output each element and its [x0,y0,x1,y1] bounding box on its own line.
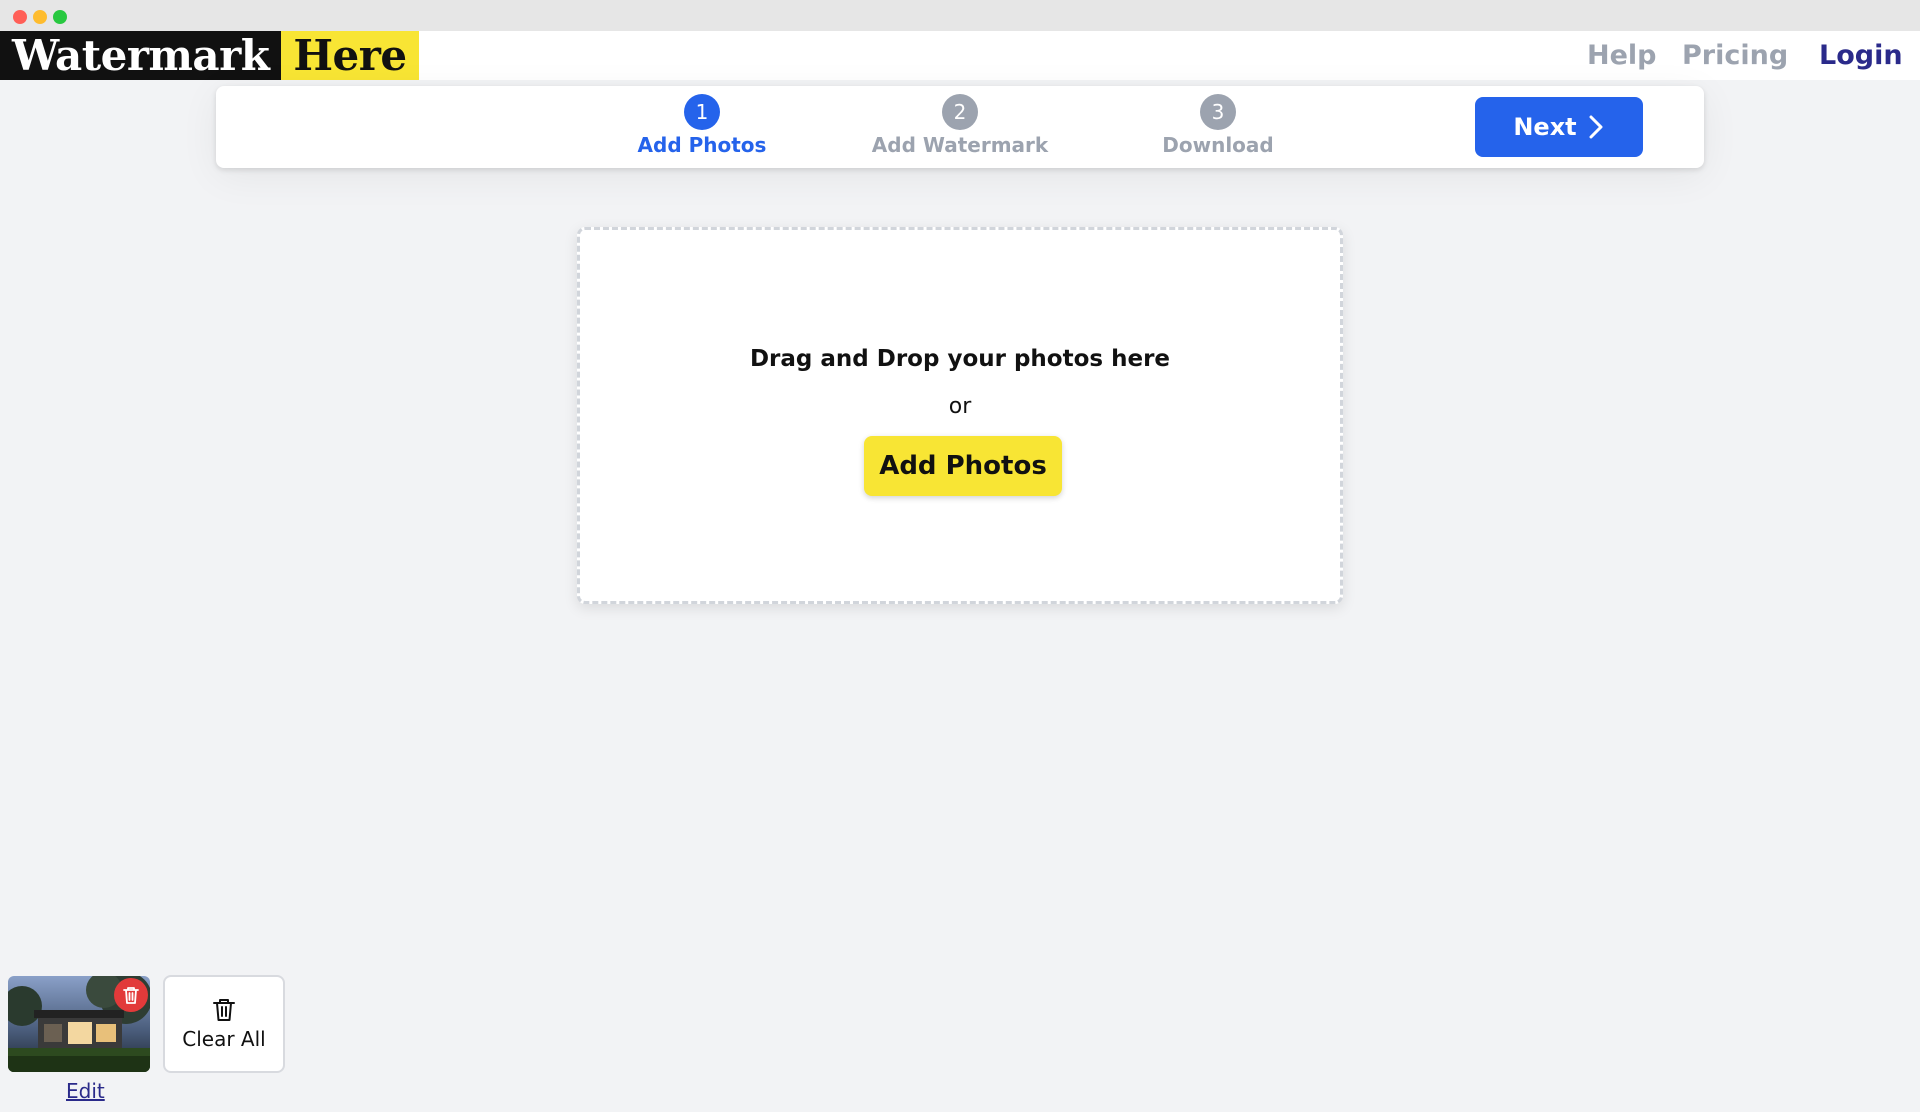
delete-photo-button[interactable] [114,978,148,1012]
close-window-button[interactable] [13,10,27,24]
drop-zone-or-text: or [948,394,972,419]
nav-login-link[interactable]: Login [1819,31,1903,80]
step-add-photos[interactable]: 1 Add Photos [592,94,812,157]
minimize-window-button[interactable] [33,10,47,24]
logo-word-watermark: Watermark [0,31,282,80]
step-add-watermark[interactable]: 2 Add Watermark [850,94,1070,157]
trash-icon [123,987,139,1004]
add-photos-button[interactable]: Add Photos [864,436,1062,496]
clear-all-label: Clear All [182,1027,266,1051]
photo-drop-zone[interactable]: Drag and Drop your photos here or Add Ph… [577,227,1343,604]
drop-zone-title: Drag and Drop your photos here [749,346,1171,372]
nav-pricing-link[interactable]: Pricing [1682,31,1788,80]
trash-icon [213,999,235,1021]
step-number: 2 [942,94,978,130]
maximize-window-button[interactable] [53,10,67,24]
step-download[interactable]: 3 Download [1108,94,1328,157]
app-window: Watermark Here Help Pricing Login 1 Add … [0,0,1920,1112]
step-number: 1 [684,94,720,130]
next-button[interactable]: Next [1475,97,1643,157]
step-label: Add Photos [637,133,767,157]
step-progress-bar: 1 Add Photos 2 Add Watermark 3 Download … [216,86,1704,168]
edit-photo-link[interactable]: Edit [66,1079,105,1103]
chevron-right-icon [1589,115,1603,139]
next-button-label: Next [1513,113,1577,141]
step-label: Add Watermark [871,133,1049,157]
window-titlebar [0,0,1920,31]
logo[interactable]: Watermark Here [0,31,419,80]
logo-word-here: Here [281,31,419,80]
step-label: Download [1162,133,1274,157]
nav-help-link[interactable]: Help [1587,31,1657,80]
site-header: Watermark Here Help Pricing Login [0,31,1920,80]
step-number: 3 [1200,94,1236,130]
clear-all-button[interactable]: Clear All [163,975,285,1073]
